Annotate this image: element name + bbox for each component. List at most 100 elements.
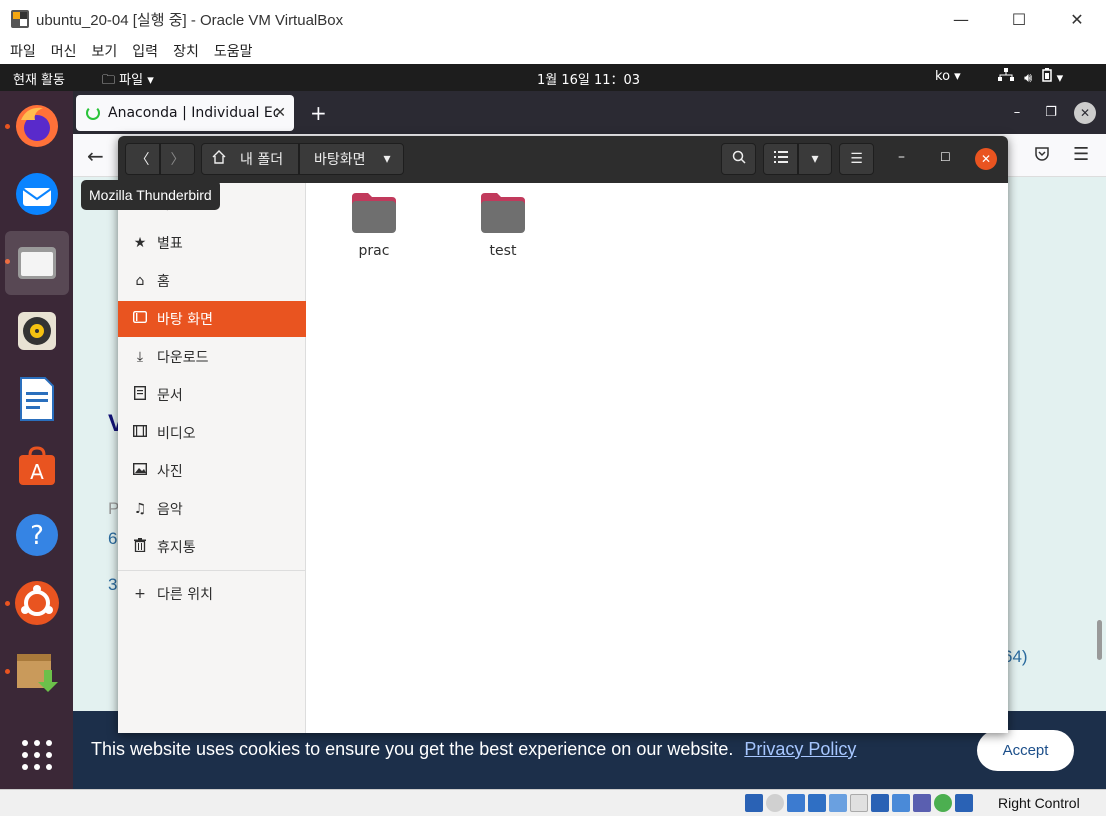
search-button[interactable] <box>721 143 756 175</box>
recording-icon[interactable] <box>871 794 889 812</box>
battery-icon <box>1042 68 1056 86</box>
sidebar-item-label: 휴지통 <box>157 540 196 556</box>
network-icon <box>998 68 1018 86</box>
browser-tab[interactable]: Anaconda | Individual Edition ✕ <box>76 95 294 131</box>
tab-title: Anaconda | Individual Edition <box>108 105 278 121</box>
firefox-tabbar: Anaconda | Individual Edition ✕ + – ❐ ✕ <box>73 91 1106 134</box>
sidebar-item-documents[interactable]: 문서 <box>118 377 306 413</box>
privacy-policy-link[interactable]: Privacy Policy <box>744 739 856 759</box>
files-headerbar: 〈 〉 내 폴더 바탕화면 ▾ ▾ ☰ – ☐ ✕ <box>118 136 1008 183</box>
files-maximize-button[interactable]: ☐ <box>940 150 951 164</box>
display-icon[interactable] <box>850 794 868 812</box>
caret-down-icon: ▾ <box>811 151 819 167</box>
sidebar-item-pictures[interactable]: 사진 <box>118 453 306 489</box>
path-home-button[interactable]: 내 폴더 <box>201 143 299 175</box>
vbox-titlebar: ubuntu_20-04 [실행 중] - Oracle VM VirtualB… <box>0 0 1106 38</box>
files-menu-button[interactable]: ☰ <box>839 143 874 175</box>
sidebar-item-label: 홈 <box>157 274 170 290</box>
video-icon <box>132 424 148 441</box>
app-menu[interactable]: 🗀 파일 ▾ <box>102 69 154 93</box>
keyboard-capture-icon[interactable] <box>955 794 973 812</box>
new-tab-button[interactable]: + <box>310 101 327 125</box>
menu-devices[interactable]: 장치 <box>173 41 199 61</box>
forward-button[interactable]: 〉 <box>160 143 195 175</box>
sidebar-item-music[interactable]: ♫ 음악 <box>118 491 306 527</box>
window-title: ubuntu_20-04 [실행 중] - Oracle VM VirtualB… <box>36 11 344 29</box>
installer-icon[interactable] <box>5 639 69 703</box>
files-close-button[interactable]: ✕ <box>975 148 997 170</box>
trash-icon <box>132 538 148 556</box>
sidebar-item-label: 다운로드 <box>157 350 209 366</box>
firefox-icon[interactable] <box>5 94 69 158</box>
sidebar-item-label: 바탕 화면 <box>157 312 213 328</box>
audio-status-icon[interactable] <box>745 794 763 812</box>
picture-icon <box>132 462 148 479</box>
view-options-button[interactable]: ▾ <box>798 143 832 175</box>
maximize-button[interactable]: ☐ <box>990 0 1048 38</box>
vbox-menubar: 파일 머신 보기 입력 장치 도움말 <box>0 38 1106 64</box>
input-method-menu[interactable]: ko ▾ <box>935 69 961 84</box>
clock[interactable]: 1월 16일 11：03 <box>537 69 640 88</box>
menu-help[interactable]: 도움말 <box>214 41 253 61</box>
mouse-integration-icon[interactable] <box>934 794 952 812</box>
path-desktop-label: 바탕화면 <box>314 152 366 168</box>
view-list-button[interactable] <box>763 143 798 175</box>
search-icon <box>732 150 746 168</box>
optical-drive-icon[interactable] <box>766 794 784 812</box>
accept-button[interactable]: Accept <box>977 730 1074 771</box>
folder-item[interactable]: test <box>458 191 548 259</box>
caret-down-icon: ▾ <box>954 69 961 84</box>
back-button[interactable]: 〈 <box>125 143 160 175</box>
network-status-icon[interactable] <box>808 794 826 812</box>
menu-view[interactable]: 보기 <box>92 41 118 61</box>
sidebar-item-other-locations[interactable]: + 다른 위치 <box>118 576 306 612</box>
sidebar-divider <box>118 570 306 571</box>
thunderbird-icon[interactable] <box>5 162 69 226</box>
ubuntu-icon[interactable] <box>5 571 69 635</box>
files-view: prac test <box>307 183 1008 733</box>
activities-button[interactable]: 현재 활동 <box>13 69 65 88</box>
app-grid-icon[interactable] <box>5 723 69 787</box>
firefox-minimize-button[interactable]: – <box>1000 105 1034 120</box>
folder-name: prac <box>358 243 390 259</box>
sidebar-item-videos[interactable]: 비디오 <box>118 415 306 451</box>
sidebar-item-label: 사진 <box>157 464 183 480</box>
sidebar-item-downloads[interactable]: ⤓ 다운로드 <box>118 339 306 375</box>
document-icon <box>132 385 148 404</box>
system-menu[interactable]: 🔊︎ ▾ <box>998 68 1063 86</box>
usb-icon[interactable] <box>787 794 805 812</box>
files-minimize-button[interactable]: – <box>898 149 905 165</box>
sidebar-item-starred[interactable]: ★ 별표 <box>118 225 306 261</box>
folder-icon <box>350 193 398 239</box>
hamburger-menu-icon[interactable]: ☰ <box>1073 144 1089 165</box>
cookie-text: This website uses cookies to ensure you … <box>91 739 734 759</box>
back-button[interactable]: ← <box>87 144 104 168</box>
page-scrollbar[interactable] <box>1097 620 1102 660</box>
pocket-icon[interactable] <box>1034 146 1050 166</box>
menu-file[interactable]: 파일 <box>10 41 36 61</box>
vt-icon[interactable] <box>913 794 931 812</box>
menu-input[interactable]: 입력 <box>132 41 158 61</box>
libreoffice-writer-icon[interactable] <box>5 367 69 431</box>
help-icon[interactable]: ? <box>5 503 69 567</box>
path-desktop-button[interactable]: 바탕화면 ▾ <box>299 143 404 175</box>
plus-icon: + <box>134 586 146 602</box>
files-icon[interactable] <box>5 231 69 295</box>
software-icon[interactable]: A <box>5 435 69 499</box>
folder-icon <box>479 193 527 239</box>
rhythmbox-icon[interactable] <box>5 299 69 363</box>
close-button[interactable]: ✕ <box>1048 0 1106 38</box>
firefox-restore-button[interactable]: ❐ <box>1034 105 1068 120</box>
menu-machine[interactable]: 머신 <box>51 41 77 61</box>
sidebar-item-home[interactable]: ⌂ 홈 <box>118 263 306 299</box>
minimize-button[interactable]: — <box>932 0 990 38</box>
path-home-label: 내 폴더 <box>240 152 284 168</box>
shared-folders-icon[interactable] <box>829 794 847 812</box>
sidebar-item-trash[interactable]: 휴지통 <box>118 529 306 565</box>
folder-item[interactable]: prac <box>329 191 419 259</box>
sidebar-item-desktop[interactable]: 바탕 화면 <box>118 301 306 337</box>
virtualization-icon[interactable] <box>892 794 910 812</box>
ubuntu-dock: A ? <box>0 91 73 789</box>
tab-close-icon[interactable]: ✕ <box>274 105 286 121</box>
firefox-close-button[interactable]: ✕ <box>1074 101 1096 124</box>
